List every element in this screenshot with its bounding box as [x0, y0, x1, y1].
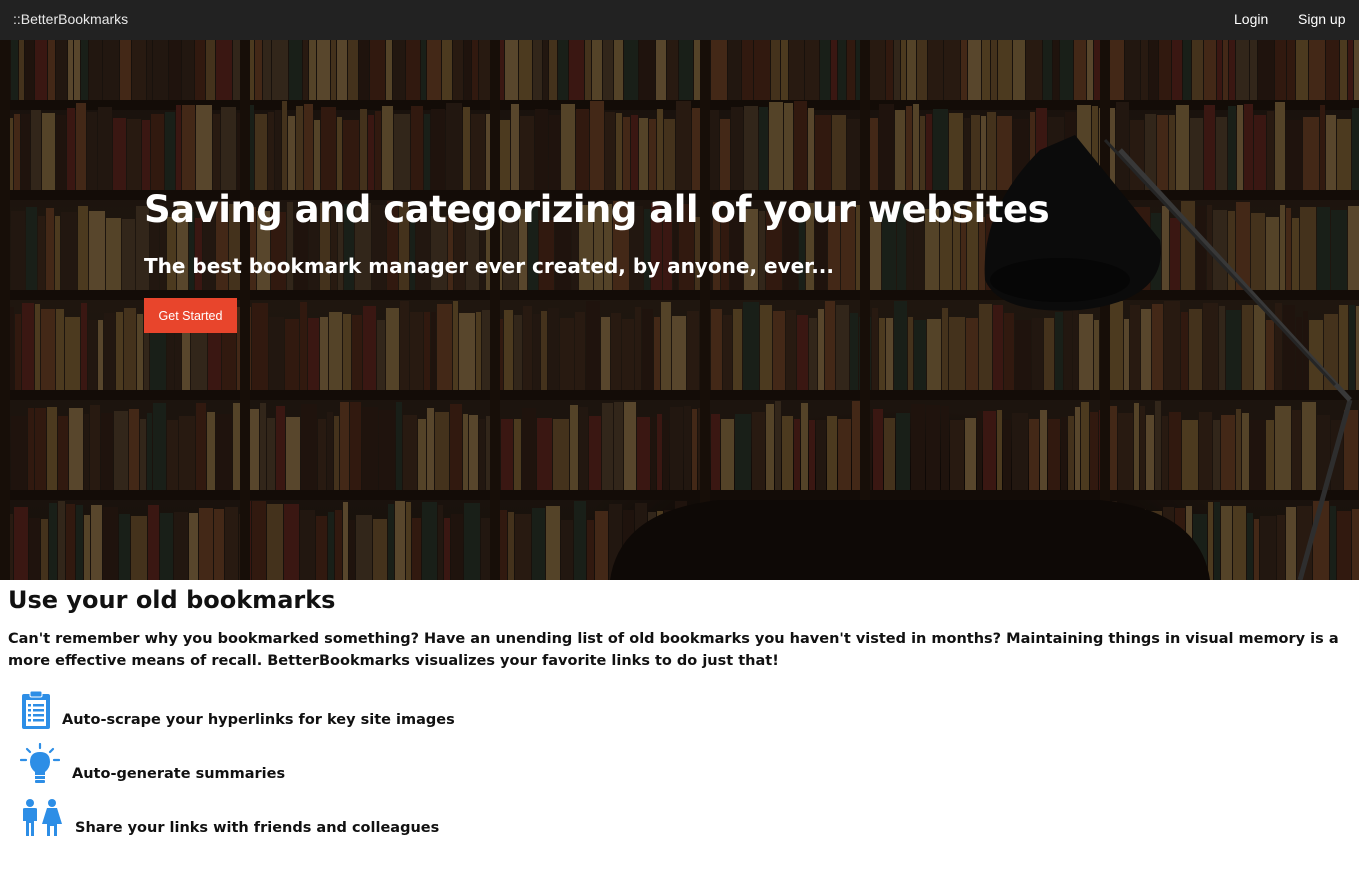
signup-link[interactable]: Sign up: [1298, 11, 1345, 27]
section-description: Can't remember why you bookmarked someth…: [8, 631, 1339, 669]
top-navbar: ::BetterBookmarks Login Sign up: [0, 0, 1359, 40]
section-title: Use your old bookmarks: [8, 586, 336, 614]
clipboard-icon: [22, 690, 50, 729]
feature-item-auto-scrape: Auto-scrape your hyperlinks for key site…: [20, 688, 455, 732]
hero-banner: Saving and categorizing all of your webs…: [0, 40, 1359, 580]
feature-label: Auto-generate summaries: [72, 766, 286, 782]
lightbulb-icon: [20, 743, 60, 783]
brand-link[interactable]: ::BetterBookmarks: [13, 11, 128, 27]
feature-item-share-links: Share your links with friends and collea…: [20, 796, 439, 840]
login-link[interactable]: Login: [1234, 11, 1268, 27]
get-started-button[interactable]: Get Started: [144, 298, 237, 333]
feature-label: Share your links with friends and collea…: [75, 820, 440, 836]
hero-subtitle: The best bookmark manager ever created, …: [144, 254, 834, 278]
feature-item-auto-summaries: Auto-generate summaries: [20, 742, 285, 786]
feature-label: Auto-scrape your hyperlinks for key site…: [62, 712, 455, 728]
hero-title: Saving and categorizing all of your webs…: [144, 188, 1050, 231]
people-icon: [23, 799, 62, 836]
